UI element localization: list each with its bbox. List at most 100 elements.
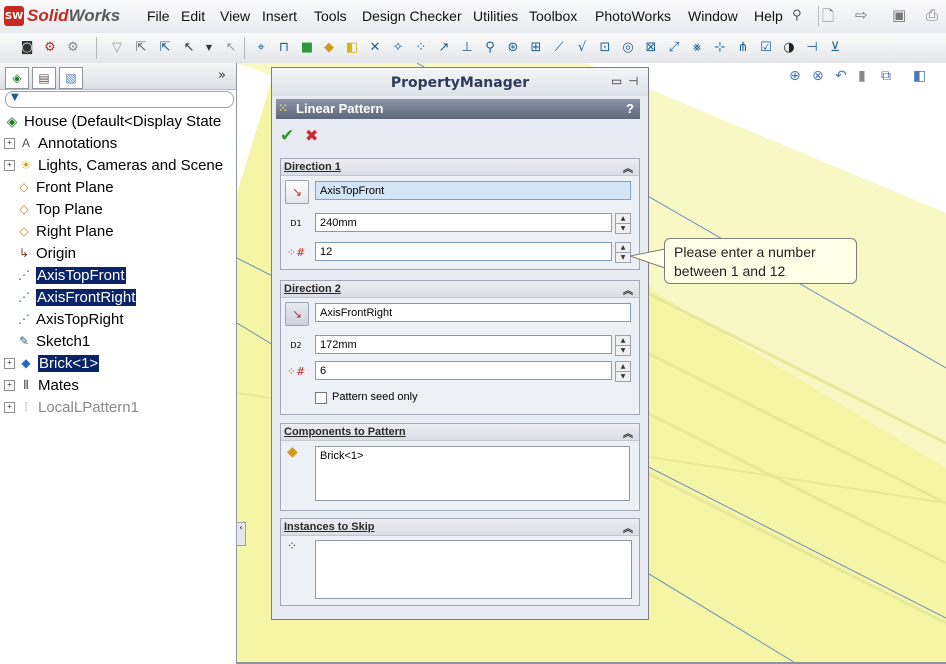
tree-item[interactable]: ⋰ AxisTopRight xyxy=(4,309,124,329)
instances-2-down[interactable]: ▼ xyxy=(615,371,631,382)
direction-2-spacing-field[interactable]: 172mm xyxy=(315,335,612,354)
display-style-icon[interactable]: ◧ xyxy=(913,68,926,84)
expand-icon[interactable]: + xyxy=(4,401,15,413)
direction-1-header[interactable]: Direction 1 ︽ xyxy=(281,159,639,176)
configuration-manager-tab-icon[interactable]: ▧ xyxy=(59,67,83,89)
panel-layout-icon[interactable]: ▭ xyxy=(611,74,622,88)
skip-instances-list[interactable] xyxy=(315,540,632,599)
ok-button[interactable]: ✔ xyxy=(280,126,294,146)
expand-icon[interactable]: + xyxy=(4,159,15,171)
collapse-icon[interactable]: ︽ xyxy=(623,282,633,297)
feature-manager-tab-icon[interactable]: ◈ xyxy=(5,67,29,89)
menu-toolbox[interactable]: Toolbox xyxy=(529,8,577,24)
collapse-icon[interactable]: ︽ xyxy=(623,160,633,175)
filter-weld-icon[interactable]: ⊞ xyxy=(527,38,545,56)
filter-icon[interactable]: ▽ xyxy=(108,38,126,56)
mate-icon[interactable]: ⚙ xyxy=(64,38,82,56)
collapse-icon[interactable]: ︽ xyxy=(623,520,633,535)
clear-filters-icon[interactable]: ⊣ xyxy=(803,38,821,56)
section-view-icon[interactable]: ▮ xyxy=(858,68,866,84)
components-to-pattern-header[interactable]: Components to Pattern ︽ xyxy=(281,424,639,441)
tree-item[interactable]: ✎ Sketch1 xyxy=(4,331,90,351)
menu-help[interactable]: Help xyxy=(754,8,783,24)
print-icon[interactable]: ⎙ xyxy=(926,6,938,24)
direction-2-instances-field[interactable]: 6 xyxy=(315,361,612,380)
pattern-seed-only-checkbox[interactable] xyxy=(315,392,327,404)
filter-hole-callout-icon[interactable]: ⨳ xyxy=(688,38,706,56)
expand-icon[interactable]: + xyxy=(4,357,15,369)
select-icon[interactable]: ↖ xyxy=(180,38,198,56)
filter-datum-icon[interactable]: ⟋ xyxy=(550,38,568,56)
filter-sketch-points-icon[interactable]: ⁘ xyxy=(412,38,430,56)
filter-blocks-icon[interactable]: ⤢ xyxy=(665,38,683,56)
tree-item[interactable]: ⋰ AxisTopFront xyxy=(4,265,126,285)
filter-dimension-icon[interactable]: ⊥ xyxy=(458,38,476,56)
menu-window[interactable]: Window xyxy=(688,8,738,24)
expand-icon[interactable]: + xyxy=(4,379,15,391)
filter-planes-icon[interactable]: ✧ xyxy=(389,38,407,56)
menu-design-checker[interactable]: Design Checker xyxy=(362,8,462,24)
open-document-icon[interactable]: ⇨ xyxy=(855,6,868,24)
filter-sketch-icon[interactable]: ↗ xyxy=(435,38,453,56)
toggle-filter-icon[interactable]: ◑ xyxy=(780,38,798,56)
expand-icon[interactable]: + xyxy=(4,137,15,149)
filter-balloons-icon[interactable]: ⊛ xyxy=(504,38,522,56)
panel-splitter-handle[interactable]: ‹ xyxy=(236,522,246,546)
direction-2-header[interactable]: Direction 2 ︽ xyxy=(281,281,639,298)
filter-notes-icon[interactable]: ⚲ xyxy=(481,38,499,56)
tree-item[interactable]: ↳ Origin xyxy=(4,243,76,263)
view-orientation-icon[interactable]: ⧉ xyxy=(881,68,891,84)
tree-item[interactable]: + ☀ Lights, Cameras and Scene xyxy=(4,155,223,175)
camera-icon[interactable]: ◙ xyxy=(18,38,36,56)
select-dropdown-icon[interactable]: ▼ xyxy=(200,38,218,56)
filter-routing-icon[interactable]: ☑ xyxy=(757,38,775,56)
tree-item[interactable]: ⋰ AxisFrontRight xyxy=(4,287,137,307)
menu-tools[interactable]: Tools xyxy=(314,8,347,24)
menu-view[interactable]: View xyxy=(220,8,250,24)
tree-item[interactable]: ◇ Right Plane xyxy=(4,221,113,241)
filter-geometric-tolerance-icon[interactable]: ⊡ xyxy=(596,38,614,56)
components-list[interactable]: Brick<1> xyxy=(315,446,630,501)
select-edges-icon[interactable]: ⇱ xyxy=(132,38,150,56)
instances-to-skip-header[interactable]: Instances to Skip ︽ xyxy=(281,519,639,536)
zoom-area-icon[interactable]: ⊗ xyxy=(812,68,824,84)
filter-cosmetic-thread-icon[interactable]: ⊠ xyxy=(642,38,660,56)
tree-root-item[interactable]: ◈ House (Default<Display State xyxy=(4,111,222,131)
tree-item[interactable]: + ⁞ LocalLPattern1 xyxy=(4,397,139,417)
previous-view-icon[interactable]: ↶ xyxy=(835,68,847,84)
menu-file[interactable]: File xyxy=(147,8,170,24)
menu-photoworks[interactable]: PhotoWorks xyxy=(595,8,671,24)
filter-edges-icon[interactable]: ⊓ xyxy=(275,38,293,56)
filter-surface-icon[interactable]: ◆ xyxy=(320,38,338,56)
menu-utilities[interactable]: Utilities xyxy=(473,8,518,24)
spacing-2-down[interactable]: ▼ xyxy=(615,345,631,356)
filter-axes-icon[interactable]: ✕ xyxy=(366,38,384,56)
tree-item[interactable]: + ◆ Brick<1> xyxy=(4,353,100,373)
menu-edit[interactable]: Edit xyxy=(181,8,205,24)
filter-faces-icon[interactable]: ■ xyxy=(298,38,316,56)
direction-2-axis-field[interactable]: AxisFrontRight xyxy=(315,303,631,322)
tree-item[interactable]: ◇ Front Plane xyxy=(4,177,113,197)
reverse-direction-1-button[interactable]: ↘ xyxy=(285,180,309,204)
expand-panel-icon[interactable]: » xyxy=(218,68,226,83)
filter-solid-icon[interactable]: ◧ xyxy=(343,38,361,56)
app-logo[interactable]: SW SolidWorks xyxy=(4,5,120,27)
help-icon[interactable]: ? xyxy=(626,101,634,116)
filter-datum-target-icon[interactable]: ◎ xyxy=(619,38,637,56)
filter-funnel-icon[interactable]: ▼ xyxy=(11,92,19,103)
pin-panel-icon[interactable]: ⊣ xyxy=(628,74,638,88)
spacing-1-down[interactable]: ▼ xyxy=(615,223,631,234)
filter-surface-finish-icon[interactable]: √ xyxy=(573,38,591,56)
property-manager-tab-icon[interactable]: ▤ xyxy=(32,67,56,89)
zoom-to-fit-icon[interactable]: ⊕ xyxy=(789,68,801,84)
reverse-direction-2-button[interactable]: ↘ xyxy=(285,302,309,326)
tree-filter-input[interactable]: ▼ xyxy=(5,91,234,108)
new-document-icon[interactable]: 🗋 xyxy=(822,6,834,31)
direction-1-spacing-field[interactable]: 240mm xyxy=(315,213,612,232)
select-all-filters-icon[interactable]: ⊻ xyxy=(826,38,844,56)
direction-1-instances-field[interactable]: 12 xyxy=(315,242,612,261)
pin-icon[interactable]: ⚲ xyxy=(792,8,802,23)
instances-1-down[interactable]: ▼ xyxy=(615,252,631,263)
filter-center-mark-icon[interactable]: ⊹ xyxy=(711,38,729,56)
select-faces-icon[interactable]: ⇱ xyxy=(156,38,174,56)
